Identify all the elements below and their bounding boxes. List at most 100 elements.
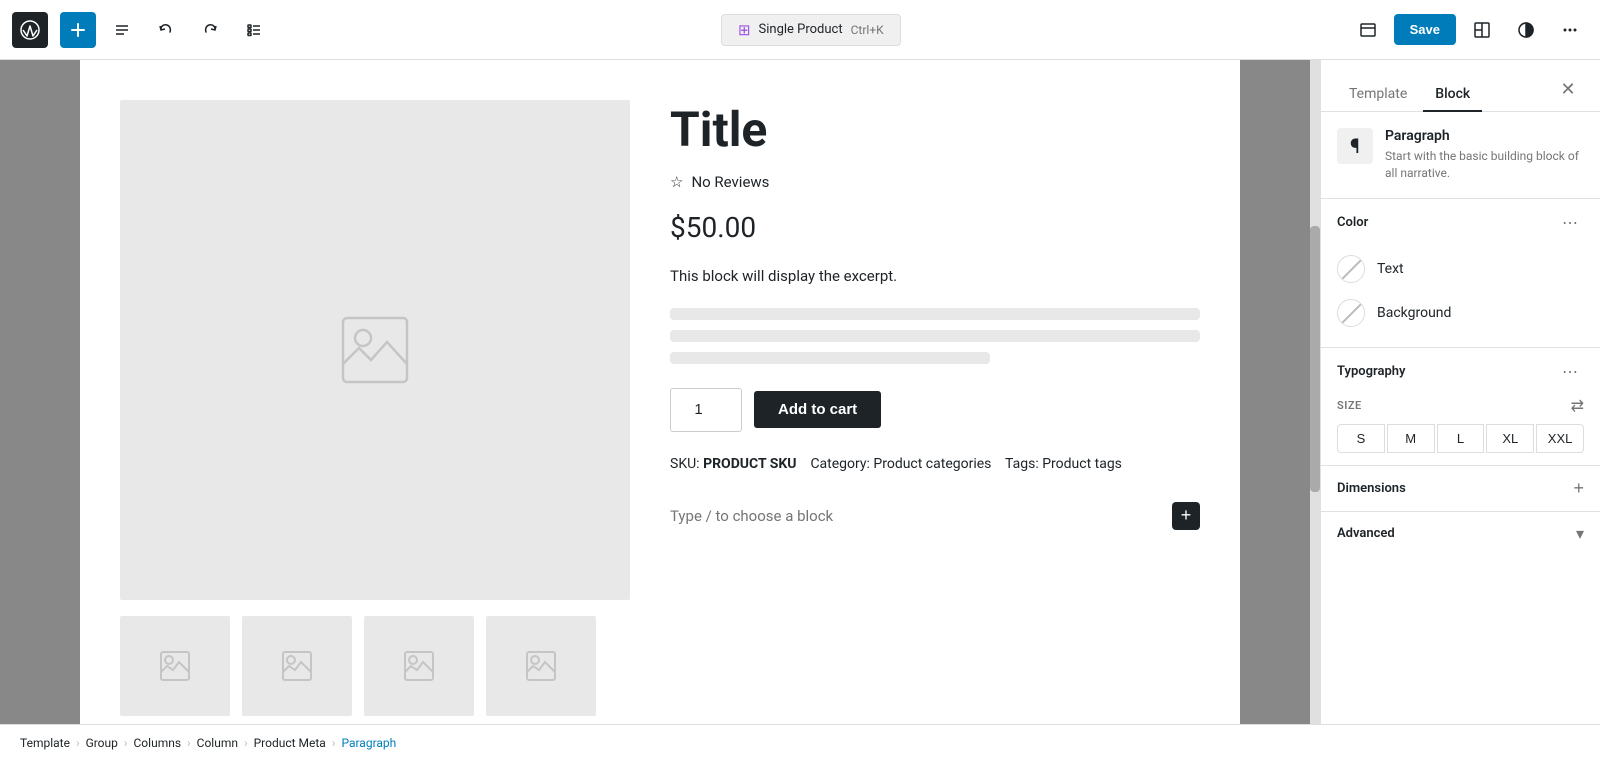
breadcrumb-bar: Template › Group › Columns › Column › Pr… (0, 724, 1600, 760)
size-adjust-button[interactable]: ⇄ (1571, 396, 1584, 416)
breadcrumb-sep-2: › (124, 736, 128, 750)
size-xxl-button[interactable]: XXL (1536, 424, 1584, 453)
block-name: Paragraph (1385, 128, 1584, 144)
color-section: Color ⋯ Text Background (1321, 199, 1600, 348)
breadcrumb-group[interactable]: Group (86, 736, 118, 750)
cart-row: Add to cart (670, 388, 1200, 432)
block-type-hint: Type / to choose a block + (670, 492, 1200, 540)
template-badge-shortcut: Ctrl+K (851, 23, 884, 37)
breadcrumb-columns[interactable]: Columns (134, 736, 182, 750)
dimensions-title: Dimensions (1337, 481, 1406, 496)
block-desc-text: Start with the basic building block of a… (1385, 148, 1584, 182)
size-xl-button[interactable]: XL (1486, 424, 1534, 453)
view-button[interactable] (1350, 12, 1386, 48)
tab-template[interactable]: Template (1337, 78, 1419, 112)
category-value: Product categories (873, 456, 991, 472)
advanced-section: Advanced ▾ (1321, 512, 1600, 555)
block-icon: ¶ (1337, 128, 1373, 164)
block-description: Paragraph Start with the basic building … (1385, 128, 1584, 182)
reviews-text: No Reviews (691, 173, 769, 191)
breadcrumb-product-meta[interactable]: Product Meta (254, 736, 326, 750)
hint-text: Type / to choose a block (670, 507, 1164, 525)
product-layout: Title ☆ No Reviews $50.00 This block wil… (120, 100, 1200, 716)
quantity-input[interactable] (670, 388, 742, 432)
image-placeholder-icon (335, 310, 415, 390)
tools-button[interactable] (104, 12, 140, 48)
color-text-label: Text (1377, 261, 1404, 277)
color-section-header: Color ⋯ (1337, 211, 1584, 235)
panel-tabs: Template Block ✕ (1321, 60, 1600, 112)
breadcrumb-sep-4: › (244, 736, 248, 750)
dimensions-section: Dimensions + (1321, 466, 1600, 512)
undo-button[interactable] (148, 12, 184, 48)
toolbar-right: Save (1350, 12, 1588, 48)
sku-value: PRODUCT SKU (703, 456, 796, 472)
typography-menu-button[interactable]: ⋯ (1556, 360, 1584, 384)
dimensions-header: Dimensions + (1337, 478, 1584, 499)
block-info: ¶ Paragraph Start with the basic buildin… (1321, 112, 1600, 199)
star-icon: ☆ (670, 173, 683, 191)
breadcrumb-sep-5: › (332, 736, 336, 750)
tab-block[interactable]: Block (1423, 78, 1482, 112)
typography-section-title: Typography (1337, 364, 1406, 379)
color-text-option[interactable]: Text (1337, 247, 1584, 291)
size-label: SIZE (1337, 399, 1362, 412)
main-layout: Title ☆ No Reviews $50.00 This block wil… (0, 60, 1600, 724)
thumbnail-3 (364, 616, 474, 716)
breadcrumb-column[interactable]: Column (197, 736, 238, 750)
add-block-toolbar-button[interactable] (60, 12, 96, 48)
product-image-column (120, 100, 630, 716)
typography-section: Typography ⋯ SIZE ⇄ S M L XL XXL (1321, 348, 1600, 466)
product-excerpt: This block will display the excerpt. (670, 264, 1200, 288)
canvas-scrollbar-track (1310, 60, 1320, 724)
add-to-cart-button[interactable]: Add to cart (754, 391, 881, 428)
tags-label: Tags: (1005, 456, 1039, 472)
toolbar-center: ⊞ Single Product Ctrl+K (280, 14, 1342, 46)
breadcrumb-sep-3: › (187, 736, 191, 750)
wp-logo (12, 12, 48, 48)
canvas-scrollbar-thumb[interactable] (1310, 226, 1320, 492)
more-options-button[interactable] (1552, 12, 1588, 48)
sku-label: SKU: (670, 456, 700, 472)
paragraph-icon: ¶ (1350, 134, 1360, 158)
right-panel: Template Block ✕ ¶ Paragraph Start with … (1320, 60, 1600, 724)
advanced-title: Advanced (1337, 526, 1395, 541)
breadcrumb-sep-1: › (76, 736, 80, 750)
size-row: SIZE ⇄ (1337, 396, 1584, 416)
thumbnail-2 (242, 616, 352, 716)
dimensions-expand-button[interactable]: + (1573, 478, 1584, 499)
color-bg-label: Background (1377, 305, 1451, 321)
product-thumbnails (120, 616, 630, 716)
contrast-button[interactable] (1508, 12, 1544, 48)
product-sku-line: SKU: PRODUCT SKU Category: Product categ… (670, 456, 1200, 472)
color-section-menu-button[interactable]: ⋯ (1556, 211, 1584, 235)
main-product-image (120, 100, 630, 600)
color-background-option[interactable]: Background (1337, 291, 1584, 335)
canvas-area[interactable]: Title ☆ No Reviews $50.00 This block wil… (0, 60, 1320, 724)
product-title: Title (670, 104, 1200, 157)
product-info-column: Title ☆ No Reviews $50.00 This block wil… (670, 100, 1200, 716)
color-section-title: Color (1337, 215, 1368, 230)
redo-button[interactable] (192, 12, 228, 48)
size-m-button[interactable]: M (1387, 424, 1435, 453)
product-meta-lines (670, 308, 1200, 364)
advanced-header[interactable]: Advanced ▾ (1337, 524, 1584, 543)
template-badge[interactable]: ⊞ Single Product Ctrl+K (721, 14, 901, 46)
save-button[interactable]: Save (1394, 14, 1456, 45)
size-l-button[interactable]: L (1437, 424, 1485, 453)
meta-line-1 (670, 308, 1200, 320)
bg-color-circle (1337, 299, 1365, 327)
breadcrumb-paragraph[interactable]: Paragraph (341, 736, 396, 750)
breadcrumb-template[interactable]: Template (20, 736, 70, 750)
list-view-button[interactable] (236, 12, 272, 48)
toolbar: ⊞ Single Product Ctrl+K Save (0, 0, 1600, 60)
template-badge-icon: ⊞ (738, 21, 751, 39)
add-block-inline-button[interactable]: + (1172, 502, 1200, 530)
layout-button[interactable] (1464, 12, 1500, 48)
panel-close-button[interactable]: ✕ (1552, 73, 1584, 105)
advanced-chevron-icon: ▾ (1576, 524, 1584, 543)
canvas-inner: Title ☆ No Reviews $50.00 This block wil… (80, 60, 1240, 724)
text-color-circle (1337, 255, 1365, 283)
meta-line-3 (670, 352, 990, 364)
size-s-button[interactable]: S (1337, 424, 1385, 453)
